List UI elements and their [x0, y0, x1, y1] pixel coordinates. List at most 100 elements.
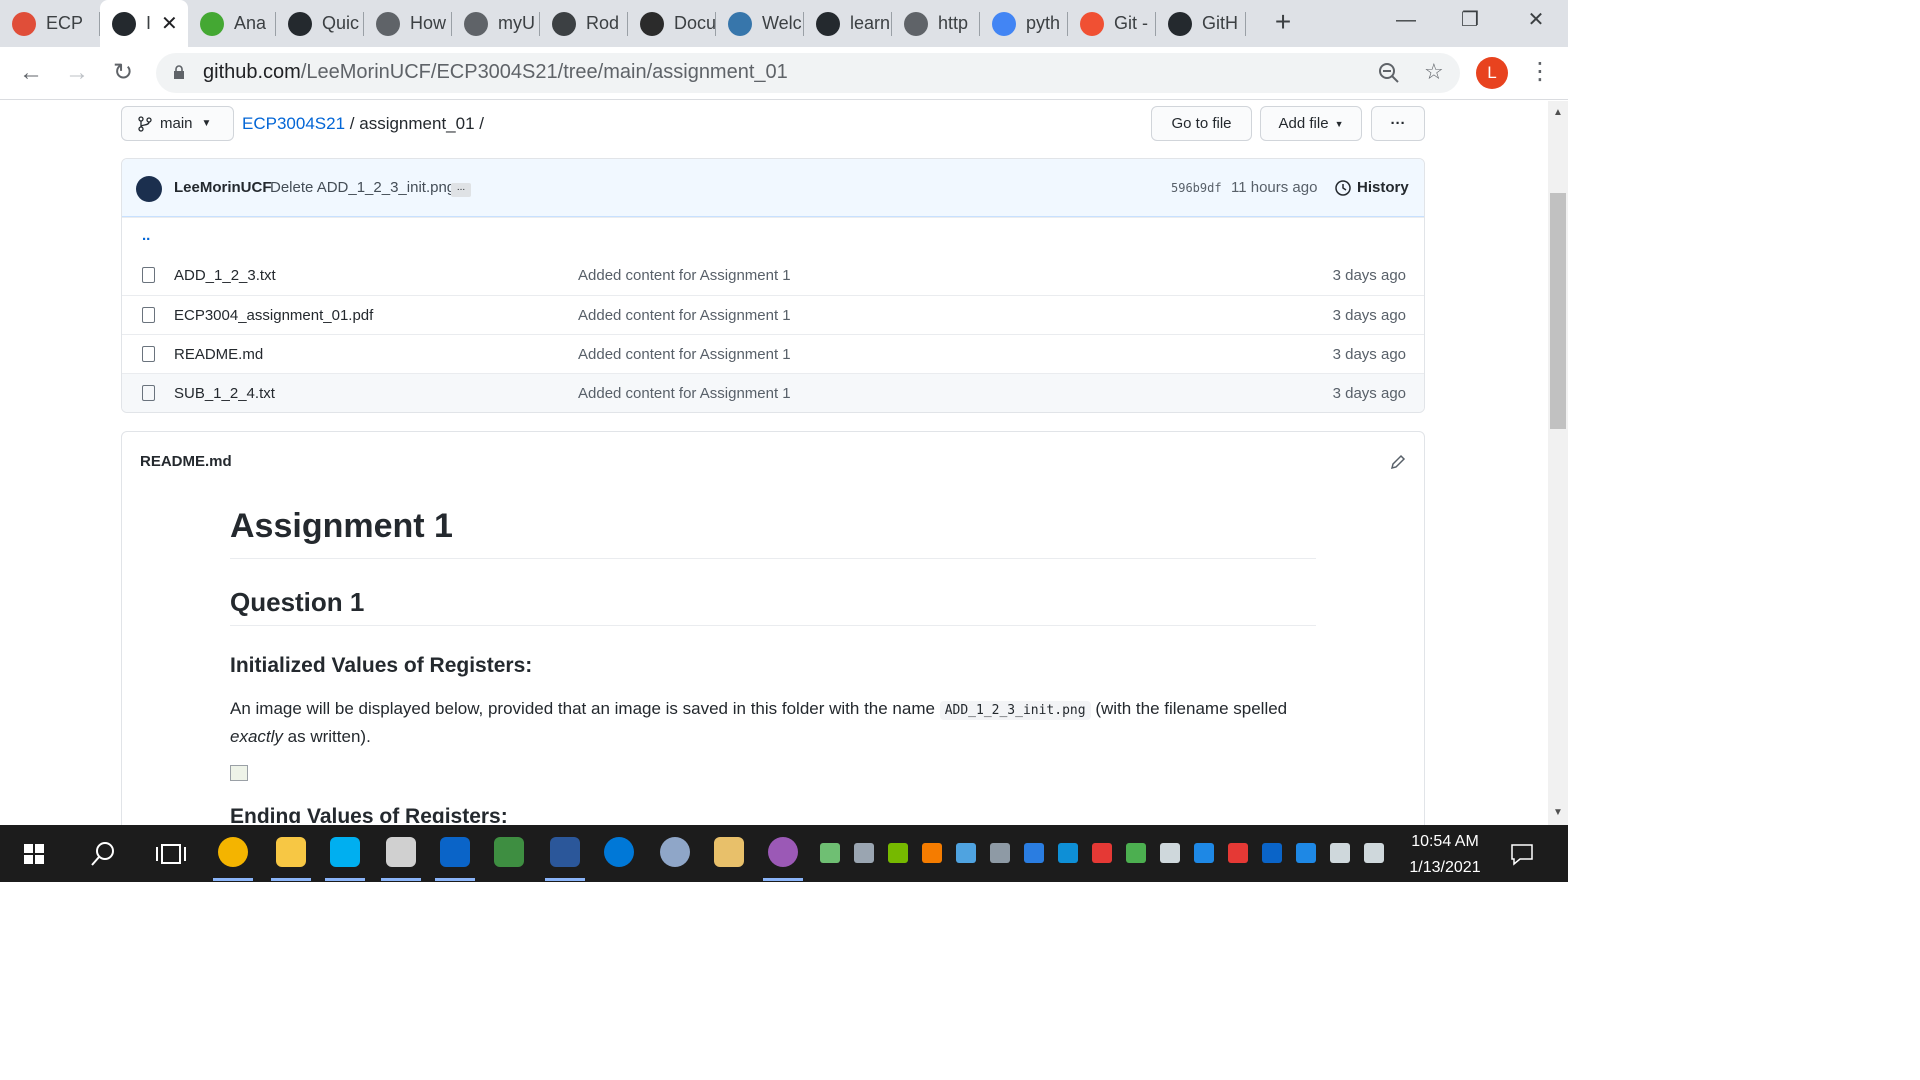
globe-icon	[464, 11, 488, 36]
dropbox-icon[interactable]	[1092, 843, 1112, 863]
outlook-icon[interactable]	[440, 837, 470, 867]
chrome-icon[interactable]	[218, 837, 248, 867]
skype-tray-icon[interactable]	[1058, 843, 1078, 863]
paint-icon[interactable]	[714, 837, 744, 867]
browser-tab[interactable]: learn	[804, 0, 892, 47]
browser-tab[interactable]: pyth	[980, 0, 1068, 47]
edit-pencil-icon[interactable]	[1389, 453, 1407, 471]
file-name-link[interactable]: ECP3004_assignment_01.pdf	[174, 307, 373, 324]
browser-tab[interactable]: Git -	[1068, 0, 1156, 47]
page-scrollbar[interactable]: ▲ ▼	[1548, 101, 1568, 825]
file-name-link[interactable]: SUB_1_2_4.txt	[174, 385, 275, 402]
volume-icon[interactable]	[1364, 843, 1384, 863]
browser-tab[interactable]: Ana	[188, 0, 276, 47]
word-icon[interactable]	[550, 837, 580, 867]
minimize-button[interactable]: —	[1376, 0, 1436, 40]
file-row[interactable]: SUB_1_2_4.txt Added content for Assignmen…	[122, 373, 1424, 412]
wifi-icon[interactable]	[1160, 843, 1180, 863]
browser-tab[interactable]: I ✕	[100, 0, 188, 47]
commit-author[interactable]: LeeMorinUCF	[174, 179, 272, 196]
browser-tab[interactable]: Quic	[276, 0, 364, 47]
browser-tab[interactable]: myU	[452, 0, 540, 47]
profile-avatar[interactable]: L	[1476, 57, 1508, 89]
new-tab-button[interactable]: +	[1268, 8, 1298, 38]
back-button[interactable]: ←	[16, 59, 46, 89]
close-window-button[interactable]: ✕	[1506, 0, 1566, 40]
file-explorer-icon[interactable]	[276, 837, 306, 867]
search-icon[interactable]	[90, 841, 116, 867]
commit-message[interactable]: Delete ADD_1_2_3_init.png	[270, 179, 455, 196]
reload-button[interactable]: ↻	[108, 59, 138, 89]
file-row[interactable]: ADD_1_2_3.txt Added content for Assignmen…	[122, 256, 1424, 295]
network-monitor-icon[interactable]	[956, 843, 976, 863]
bluetooth-icon[interactable]	[1296, 843, 1316, 863]
browser-tab[interactable]: How	[364, 0, 452, 47]
parent-directory-row[interactable]: ..	[122, 217, 1424, 256]
display-icon[interactable]	[854, 843, 874, 863]
branch-selector[interactable]: main ▼	[121, 106, 234, 141]
parent-directory-link[interactable]: ..	[142, 227, 150, 244]
file-row[interactable]: ECP3004_assignment_01.pdf Added content f…	[122, 295, 1424, 334]
spider-app-icon[interactable]	[386, 837, 416, 867]
breadcrumb-repo-link[interactable]: ECP3004S21	[242, 114, 345, 133]
edge-icon[interactable]	[604, 837, 634, 867]
commit-expand-button[interactable]: ...	[451, 183, 471, 197]
sync-icon[interactable]	[820, 843, 840, 863]
restore-button[interactable]: ❐	[1440, 0, 1500, 40]
brave-icon[interactable]	[922, 843, 942, 863]
scroll-down-arrow-icon[interactable]: ▼	[1553, 807, 1563, 818]
scrollbar-thumb[interactable]	[1550, 193, 1566, 429]
file-icon	[142, 385, 155, 401]
browser-tab[interactable]: Welc	[716, 0, 804, 47]
nvidia-icon[interactable]	[888, 843, 908, 863]
taskbar-clock[interactable]: 10:54 AM 1/13/2021	[1395, 829, 1495, 881]
zoom-icon[interactable]	[1378, 62, 1400, 84]
paragraph-text: (with the filename spelled	[1095, 699, 1288, 718]
history-link[interactable]: History	[1357, 179, 1409, 196]
browser-tab[interactable]: ECP	[0, 0, 100, 47]
forward-button[interactable]: →	[62, 59, 92, 89]
battery-icon[interactable]	[1330, 843, 1350, 863]
file-name-link[interactable]: ADD_1_2_3.txt	[174, 267, 276, 284]
file-commit-message[interactable]: Added content for Assignment 1	[578, 346, 791, 363]
chrome-menu-icon[interactable]: ⋮	[1528, 57, 1552, 86]
commit-sha[interactable]: 596b9df	[1171, 181, 1222, 195]
tab-label: Ana	[234, 13, 267, 33]
task-view-icon[interactable]	[156, 843, 186, 865]
windows-start-icon[interactable]	[24, 844, 44, 864]
file-commit-message[interactable]: Added content for Assignment 1	[578, 385, 791, 402]
printer-icon[interactable]	[990, 843, 1010, 863]
waves-icon[interactable]	[1194, 843, 1214, 863]
close-tab-icon[interactable]: ✕	[161, 11, 178, 36]
add-file-button[interactable]: Add file ▼	[1260, 106, 1362, 141]
file-name-link[interactable]: README.md	[174, 346, 263, 363]
bookmark-star-icon[interactable]: ☆	[1424, 59, 1444, 85]
tab-label: Docu	[674, 13, 716, 33]
github-desktop-icon[interactable]	[768, 837, 798, 867]
outlook-tray-icon[interactable]	[1262, 843, 1282, 863]
scroll-up-arrow-icon[interactable]: ▲	[1553, 107, 1563, 118]
skype-icon[interactable]	[330, 837, 360, 867]
more-options-button[interactable]: ···	[1371, 106, 1425, 141]
git-gui-icon[interactable]	[494, 837, 524, 867]
browser-tab[interactable]: Docu	[628, 0, 716, 47]
browser-tab[interactable]: GitH	[1156, 0, 1246, 47]
globe-icon[interactable]	[1126, 843, 1146, 863]
browser-tab[interactable]: Rod	[540, 0, 628, 47]
file-commit-message[interactable]: Added content for Assignment 1	[578, 267, 791, 284]
go-to-file-button[interactable]: Go to file	[1151, 106, 1252, 141]
r-icon[interactable]	[660, 837, 690, 867]
zoom-icon[interactable]	[1024, 843, 1044, 863]
address-bar[interactable]: github.com/LeeMorinUCF/ECP3004S21/tree/m…	[156, 53, 1460, 93]
wheel-icon	[376, 11, 400, 36]
latest-commit-bar: LeeMorinUCF Delete ADD_1_2_3_init.png ..…	[122, 159, 1424, 217]
file-rows: ADD_1_2_3.txt Added content for Assignmen…	[122, 256, 1424, 412]
file-row[interactable]: README.md Added content for Assignment 1 3…	[122, 334, 1424, 373]
browser-tab[interactable]: http	[892, 0, 980, 47]
avatar[interactable]	[136, 176, 162, 202]
file-commit-message[interactable]: Added content for Assignment 1	[578, 307, 791, 324]
tab-strip: ECP I ✕ Ana Quic How myU Rod Docu Welc learn http py…	[0, 0, 1568, 47]
running-indicator	[763, 878, 803, 881]
notifications-icon[interactable]	[1510, 842, 1534, 866]
shield-icon[interactable]	[1228, 843, 1248, 863]
